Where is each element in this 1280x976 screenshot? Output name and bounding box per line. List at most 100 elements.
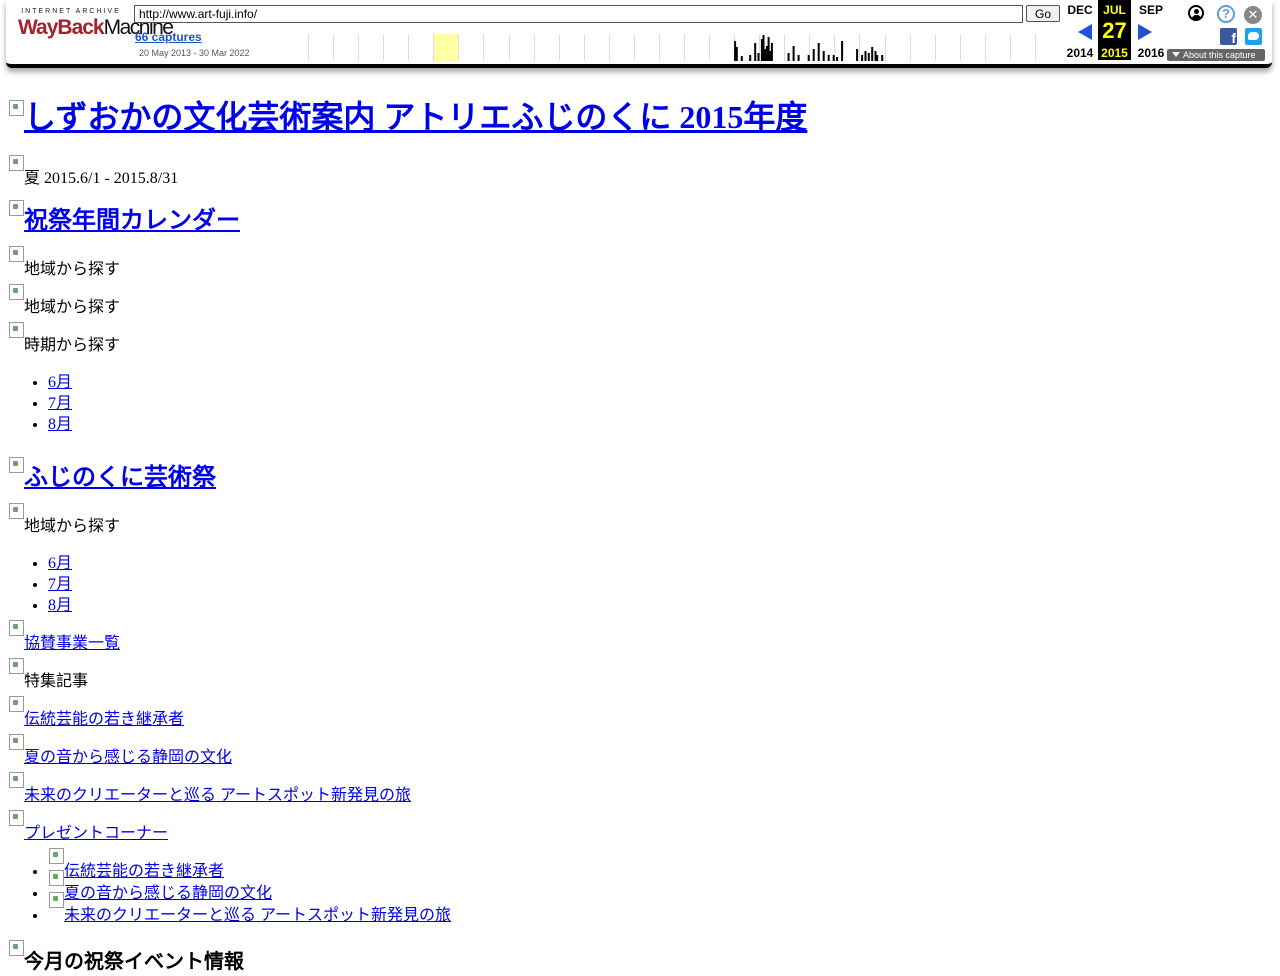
feature-2: 夏の音から感じる静岡の文化 xyxy=(8,734,1268,768)
broken-image-icon xyxy=(8,200,24,228)
broken-image-icon xyxy=(48,892,64,920)
feature-list-text-1: 伝統芸能の若き継承者 xyxy=(64,863,225,880)
capture-range: 20 May 2013 - 30 Mar 2022 xyxy=(139,48,250,58)
prev-month-label: DEC xyxy=(1067,3,1093,17)
capture-bar xyxy=(841,41,844,61)
calendar-prev-month[interactable]: DEC 2014 xyxy=(1062,0,1098,60)
broken-image-icon xyxy=(8,246,24,274)
current-day-label: 27 xyxy=(1102,18,1127,43)
feature-list-link-1[interactable]: 伝統芸能の若き継承者 xyxy=(48,848,225,880)
capture-bar xyxy=(861,55,864,61)
broken-image-icon xyxy=(8,658,24,686)
broken-image-icon xyxy=(8,696,24,724)
capture-bar xyxy=(856,49,859,61)
close-icon[interactable]: ✕ xyxy=(1244,6,1262,24)
event-heading: 今月の祝祭イベント情報 xyxy=(8,940,1268,976)
captures-link[interactable]: 66 captures xyxy=(135,30,202,44)
current-month-label: JUL xyxy=(1103,3,1126,17)
capture-sparkline[interactable] xyxy=(308,34,1060,61)
feature-3-text: 未来のクリエーターと巡る アートスポット新発見の旅 xyxy=(24,787,412,804)
capture-bar xyxy=(735,47,738,61)
capture-bar xyxy=(787,53,790,61)
facebook-icon[interactable]: f xyxy=(1220,28,1237,46)
present-corner-text: プレゼントコーナー xyxy=(24,825,169,842)
capture-bar xyxy=(757,53,760,61)
month-list-1: 6月 7月 8月 xyxy=(8,372,1268,435)
broken-image-icon xyxy=(8,457,24,485)
url-input[interactable] xyxy=(134,5,1023,23)
festival-heading-text: ふじのくに芸術祭 xyxy=(24,465,216,491)
capture-bar xyxy=(770,43,773,61)
broken-image-icon xyxy=(8,100,24,128)
arrow-right-icon[interactable] xyxy=(1138,24,1152,40)
go-button[interactable]: Go xyxy=(1026,5,1060,22)
help-icon[interactable]: ? xyxy=(1217,5,1235,23)
list-item: 7月 xyxy=(48,574,1268,595)
next-year-label: 2016 xyxy=(1137,46,1165,60)
feature-list-link-3[interactable]: 未来のクリエーターと巡る アートスポット新発見の旅 xyxy=(48,892,451,924)
chevron-down-icon xyxy=(1172,52,1180,57)
month-link-june-2[interactable]: 6月 xyxy=(48,555,72,572)
broken-image-icon xyxy=(8,322,24,350)
feature-2-text: 夏の音から感じる静岡の文化 xyxy=(24,749,233,766)
search-by-region-2: 地域から探す xyxy=(8,284,1268,318)
list-item: 夏の音から感じる静岡の文化 xyxy=(48,870,1268,904)
month-link-august[interactable]: 8月 xyxy=(48,416,72,433)
broken-image-icon xyxy=(8,155,24,183)
site-title-text: しずおかの文化芸術案内 アトリエふじのくに 2015年度 xyxy=(24,99,808,135)
list-item: 未来のクリエーターと巡る アートスポット新発見の旅 xyxy=(48,892,1268,926)
month-link-august-2[interactable]: 8月 xyxy=(48,597,72,614)
capture-bar xyxy=(817,43,820,61)
about-capture-button[interactable]: About this capture xyxy=(1167,49,1265,61)
feature-list-link-2[interactable]: 夏の音から感じる静岡の文化 xyxy=(48,870,272,902)
present-corner: プレゼントコーナー xyxy=(8,810,1268,844)
capture-bar xyxy=(822,51,825,61)
site-title-link[interactable]: しずおかの文化芸術案内 アトリエふじのくに 2015年度 xyxy=(8,99,807,135)
selected-year-highlight xyxy=(433,34,459,61)
calendar-next-month[interactable]: SEP 2016 xyxy=(1133,0,1169,60)
month-link-july[interactable]: 7月 xyxy=(48,395,72,412)
arrow-left-icon[interactable] xyxy=(1078,24,1092,40)
sponsor-list-text: 協賛事業一覧 xyxy=(24,635,121,652)
list-item: 6月 xyxy=(48,372,1268,393)
capture-bar xyxy=(792,46,795,61)
festival-heading-link[interactable]: ふじのくに芸術祭 xyxy=(8,457,216,491)
feature-3-link[interactable]: 未来のクリエーターと巡る アートスポット新発見の旅 xyxy=(8,772,412,804)
broken-image-icon xyxy=(8,940,24,968)
season-banner: 夏 2015.6/1 - 2015.8/31 xyxy=(8,155,1268,189)
search-by-region-2-text: 地域から探す xyxy=(24,299,121,316)
feature-3: 未来のクリエーターと巡る アートスポット新発見の旅 xyxy=(8,772,1268,806)
season-text: 夏 2015.6/1 - 2015.8/31 xyxy=(24,170,179,187)
user-icon[interactable] xyxy=(1188,5,1204,21)
calendar-heading-text: 祝祭年間カレンダー xyxy=(24,208,240,234)
list-item: 伝統芸能の若き継承者 xyxy=(48,848,1268,882)
feature-label: 特集記事 xyxy=(8,658,1268,692)
capture-bar xyxy=(827,55,830,61)
wayback-logo[interactable]: INTERNET ARCHIVE WayBackMachine xyxy=(18,8,174,52)
twitter-icon[interactable] xyxy=(1245,28,1262,45)
search-by-region-3-text: 地域から探す xyxy=(24,518,121,535)
logo-wayback: WayBack xyxy=(18,16,105,39)
list-item: 7月 xyxy=(48,393,1268,414)
feature-1-text: 伝統芸能の若き継承者 xyxy=(24,711,185,728)
current-year-label: 2015 xyxy=(1101,46,1128,60)
capture-bar xyxy=(867,53,870,61)
calendar-heading: 祝祭年間カレンダー xyxy=(8,200,1268,237)
feature-2-link[interactable]: 夏の音から感じる静岡の文化 xyxy=(8,734,233,766)
calendar-heading-link[interactable]: 祝祭年間カレンダー xyxy=(8,200,240,234)
list-item: 8月 xyxy=(48,595,1268,616)
prev-year-label: 2014 xyxy=(1066,46,1094,60)
next-month-label: SEP xyxy=(1138,3,1163,17)
present-corner-link[interactable]: プレゼントコーナー xyxy=(8,810,169,842)
broken-image-icon xyxy=(8,810,24,838)
capture-bar xyxy=(864,51,867,61)
month-link-july-2[interactable]: 7月 xyxy=(48,576,72,593)
feature-1-link[interactable]: 伝統芸能の若き継承者 xyxy=(8,696,185,728)
search-by-region-1: 地域から探す xyxy=(8,246,1268,280)
capture-bar xyxy=(812,49,815,61)
month-link-june[interactable]: 6月 xyxy=(48,374,72,391)
capture-bar xyxy=(876,55,879,61)
broken-image-icon xyxy=(8,503,24,531)
sponsor-list-link[interactable]: 協賛事業一覧 xyxy=(8,620,121,652)
broken-image-icon xyxy=(8,620,24,648)
